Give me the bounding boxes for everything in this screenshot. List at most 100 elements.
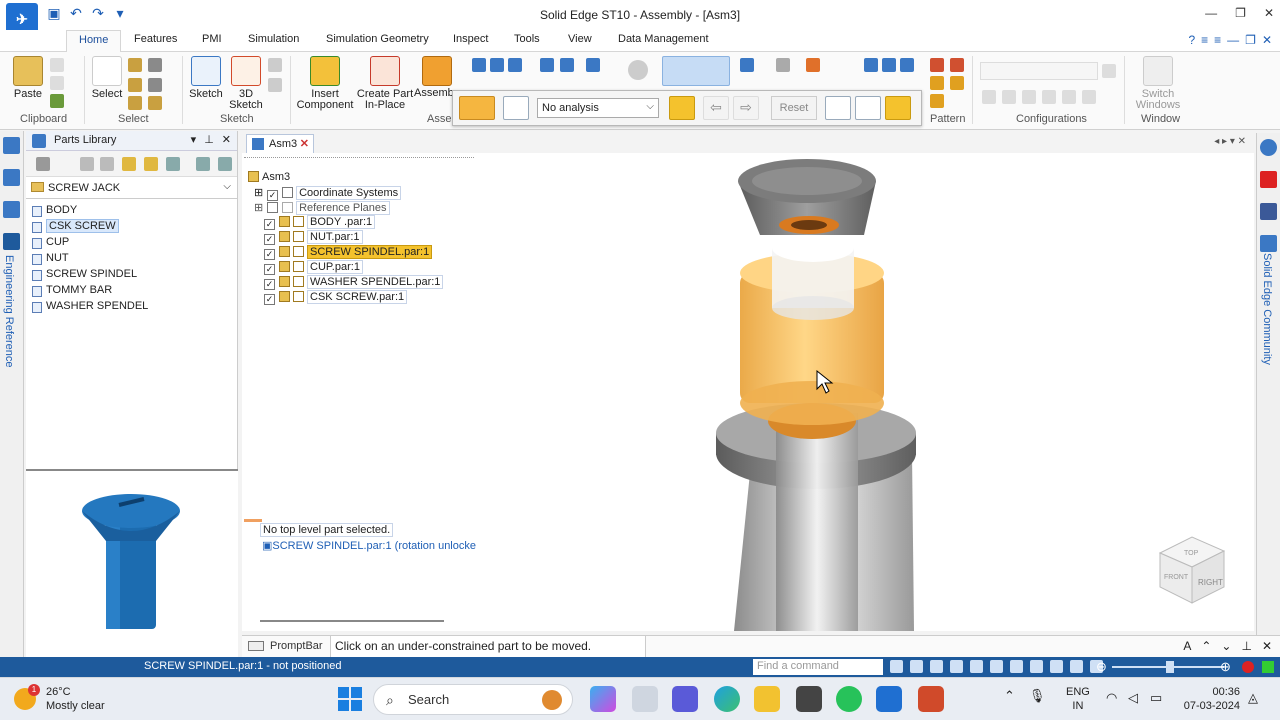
taskbar-search[interactable]: ⌕ Search — [373, 684, 573, 715]
record-icon[interactable] — [1242, 661, 1254, 673]
style-icon[interactable] — [1050, 660, 1063, 673]
configuration-dropdown[interactable] — [980, 62, 1098, 80]
pin-icon[interactable]: ⊥ — [1241, 639, 1251, 653]
filter-icon[interactable] — [196, 157, 210, 171]
tab-view[interactable]: View — [568, 33, 592, 45]
list-item[interactable]: NUT — [30, 252, 237, 268]
pin-icon[interactable]: ⊥ — [204, 133, 214, 146]
modify-tool-icon[interactable] — [560, 58, 574, 72]
list-item[interactable]: WASHER SPENDEL — [30, 300, 237, 316]
configuration-icon[interactable] — [982, 90, 996, 104]
font-size-icon[interactable]: A — [1183, 639, 1191, 653]
parts-library-icon[interactable] — [3, 137, 20, 154]
tree-drag-handle[interactable] — [244, 157, 474, 159]
horizontal-scrollbar[interactable] — [260, 620, 444, 622]
view-cube-top-label[interactable]: TOP — [1184, 550, 1199, 557]
copy-icon[interactable] — [50, 76, 64, 90]
create-part-in-place-button[interactable]: Create Part In-Place — [356, 56, 414, 111]
format-painter-icon[interactable] — [50, 94, 64, 108]
doc-minimize-icon[interactable]: — — [1227, 33, 1239, 47]
windows-start-icon[interactable] — [338, 687, 362, 711]
assemble-button[interactable]: Assemb — [414, 56, 454, 99]
facebook-icon[interactable] — [1260, 203, 1277, 220]
notification-bell-icon[interactable]: ◬ — [1248, 690, 1258, 706]
pathfinder-icon[interactable] — [3, 169, 20, 186]
search-icon[interactable] — [218, 157, 232, 171]
close-icon[interactable]: ✕ — [222, 133, 231, 146]
tab-data-management[interactable]: Data Management — [618, 33, 709, 45]
youtube-icon[interactable] — [1260, 171, 1277, 188]
file-icon[interactable] — [632, 686, 658, 712]
select-tool-icon[interactable] — [148, 78, 162, 92]
expand-icon[interactable]: ⊞ — [254, 201, 264, 214]
up-folder-icon[interactable] — [122, 157, 136, 171]
chevron-up-icon[interactable]: ⌃ — [1201, 639, 1211, 653]
language-indicator[interactable]: ENG IN — [1066, 685, 1090, 713]
switch-windows-button[interactable]: Switch Windows — [1128, 56, 1188, 111]
sketch-tool-icon[interactable] — [268, 58, 282, 72]
tool-icon[interactable] — [864, 58, 878, 72]
checkbox[interactable]: ✓ — [264, 219, 275, 230]
shade-icon[interactable] — [1030, 660, 1043, 673]
free-transform-icon[interactable] — [885, 96, 911, 120]
insert-component-button[interactable]: Insert Component — [296, 56, 354, 111]
checkbox[interactable] — [267, 202, 279, 213]
tree-row-part[interactable]: ✓ BODY .par:1 — [264, 215, 376, 230]
dropdown-icon[interactable]: ▾ — [191, 133, 197, 146]
select-tool-icon[interactable] — [148, 96, 162, 110]
pattern-tool-icon[interactable] — [930, 58, 944, 72]
powerpoint-icon[interactable] — [918, 686, 944, 712]
configuration-icon[interactable] — [1102, 64, 1116, 78]
edge-icon[interactable] — [714, 686, 740, 712]
rotate-tool-icon[interactable] — [855, 96, 881, 120]
doc-restore-icon[interactable]: ❐ — [1245, 33, 1256, 47]
tab-nav-icons[interactable]: ◂ ▸ ▾ ✕ — [1214, 136, 1246, 147]
view-orient-icon[interactable] — [1010, 660, 1023, 673]
select-button[interactable]: Select — [90, 56, 124, 100]
tree-row-part[interactable]: ✓ CUP.par:1 — [264, 260, 363, 275]
configuration-icon[interactable] — [1082, 90, 1096, 104]
teams-icon[interactable] — [672, 686, 698, 712]
screw-jack-model[interactable] — [242, 153, 1254, 631]
tab-tools[interactable]: Tools — [514, 33, 540, 45]
selected-tool-icon[interactable] — [662, 56, 730, 86]
configuration-icon[interactable] — [1062, 90, 1076, 104]
zoom-icon[interactable] — [930, 660, 943, 673]
copilot-icon[interactable] — [590, 686, 616, 712]
close-icon[interactable]: ✕ — [300, 137, 309, 150]
pattern-tool-icon[interactable] — [950, 76, 964, 90]
help-icon[interactable] — [1260, 139, 1277, 156]
tool-icon[interactable] — [776, 58, 790, 72]
back-arrow-icon[interactable]: ⇦ — [703, 96, 729, 120]
minimize-icon[interactable]: — — [1205, 6, 1217, 20]
chevron-up-icon[interactable]: ⌃ — [1004, 688, 1015, 704]
zoom-out-icon[interactable]: ⊖ — [1096, 659, 1107, 675]
checkbox[interactable]: ✓ — [264, 234, 275, 245]
section-icon[interactable] — [1070, 660, 1083, 673]
tool-icon[interactable] — [740, 58, 754, 72]
configuration-icon[interactable] — [1042, 90, 1056, 104]
select-part-button[interactable] — [669, 96, 695, 120]
tool-icon[interactable] — [806, 58, 820, 72]
view-cube[interactable]: TOP FRONT RIGHT — [1154, 533, 1232, 611]
battery-icon[interactable]: ▭ — [1150, 690, 1162, 706]
modify-tool-icon[interactable] — [540, 58, 554, 72]
engineering-reference-label[interactable]: Engineering Reference — [3, 255, 15, 368]
tab-pmi[interactable]: PMI — [202, 33, 222, 45]
configuration-icon[interactable] — [1022, 90, 1036, 104]
pan-icon[interactable] — [970, 660, 983, 673]
folder-select[interactable]: SCREW JACK ⌵ — [26, 177, 237, 199]
rotate-icon[interactable] — [990, 660, 1003, 673]
back-icon[interactable] — [80, 157, 94, 171]
close-icon[interactable]: ✕ — [1264, 6, 1274, 20]
3d-viewport[interactable]: Asm3 ⊞ ✓ Coordinate Systems ⊞ Reference P… — [242, 153, 1254, 631]
zoom-slider-thumb[interactable] — [1166, 661, 1174, 673]
zoom-in-icon[interactable]: ⊕ — [1220, 659, 1231, 675]
tree-row-part[interactable]: ✓ NUT.par:1 — [264, 230, 363, 245]
layout2-icon[interactable]: ≡ — [1214, 33, 1221, 47]
tree-row-part[interactable]: ✓ WASHER SPENDEL.par:1 — [264, 275, 444, 290]
move-tool-icon[interactable] — [825, 96, 851, 120]
tool-icon[interactable] — [882, 58, 896, 72]
list-item[interactable]: CSK SCREW — [30, 219, 237, 236]
solid-edge-community-label[interactable]: Solid Edge Community — [1261, 253, 1273, 365]
